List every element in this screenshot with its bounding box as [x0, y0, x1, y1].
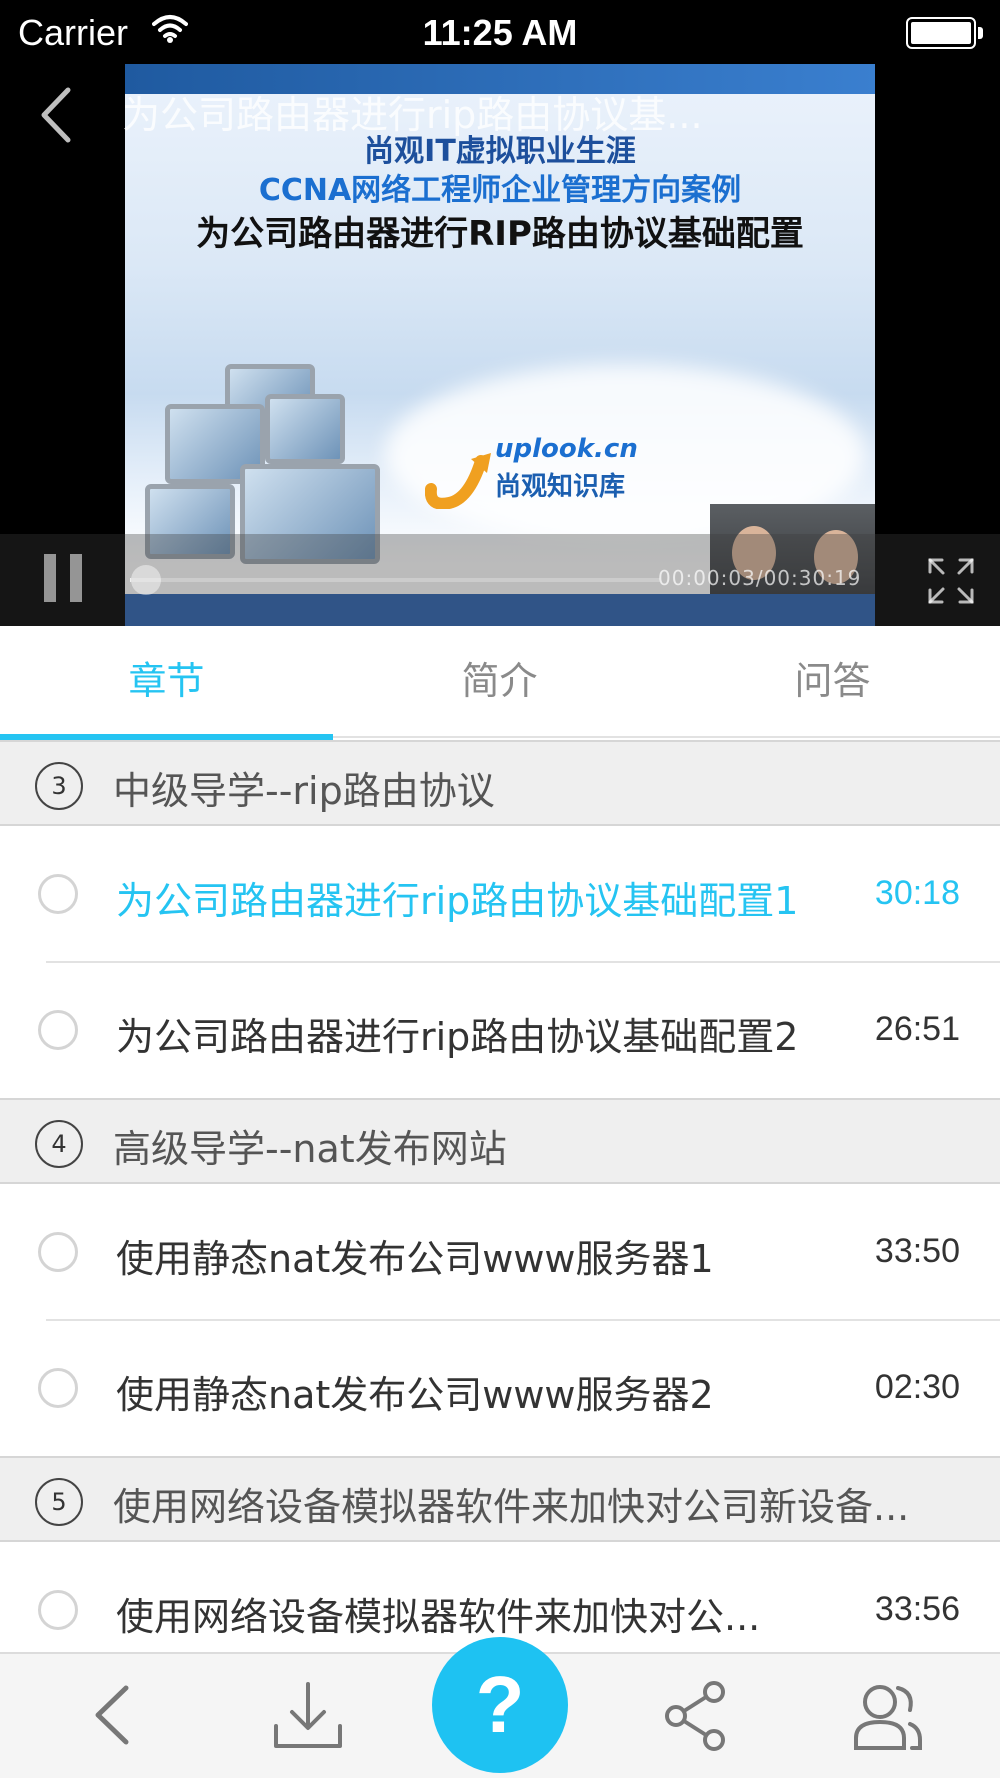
lesson-duration: 26:51 [874, 1010, 960, 1048]
lesson-title: 使用静态nat发布公司www服务器2 [116, 1373, 714, 1417]
lesson-item[interactable]: 使用静态nat发布公司www服务器2 02:30 [0, 1320, 1000, 1456]
pause-icon[interactable] [44, 554, 84, 602]
lesson-duration: 02:30 [874, 1368, 960, 1406]
section-title: 高级导学--nat发布网站 [113, 1127, 507, 1171]
video-player[interactable]: 尚观IT虚拟职业生涯 CCNA网络工程师企业管理方向案例 为公司路由器进行RIP… [0, 64, 1000, 626]
lesson-duration: 33:50 [874, 1232, 960, 1270]
status-time: 11:25 AM [422, 12, 578, 53]
uplook-logo-icon [424, 449, 495, 513]
download-icon [272, 1680, 344, 1756]
lesson-status-circle-icon [38, 1232, 78, 1272]
lesson-item[interactable]: 为公司路由器进行rip路由协议基础配置2 26:51 [0, 962, 1000, 1098]
lesson-item[interactable]: 为公司路由器进行rip路由协议基础配置1 30:18 [0, 826, 1000, 962]
lesson-title: 为公司路由器进行rip路由协议基础配置1 [116, 879, 799, 923]
lesson-title: 为公司路由器进行rip路由协议基础配置2 [116, 1015, 799, 1059]
section-header[interactable]: 4 高级导学--nat发布网站 [0, 1098, 1000, 1184]
progress-thumb[interactable] [131, 565, 162, 595]
share-icon [662, 1680, 730, 1756]
section-title: 中级导学--rip路由协议 [113, 769, 495, 813]
status-bar: Carrier 11:25 AM [0, 0, 1000, 64]
section-header[interactable]: 3 中级导学--rip路由协议 [0, 740, 1000, 826]
video-text-line3: 为公司路由器进行RIP路由协议基础配置 [196, 214, 804, 254]
section-number-badge: 4 [35, 1120, 83, 1168]
chapter-list[interactable]: 3 中级导学--rip路由协议 为公司路由器进行rip路由协议基础配置1 30:… [0, 740, 1000, 1652]
section-number-badge: 5 [35, 1478, 83, 1526]
battery-tip [978, 27, 983, 39]
tab-chapters[interactable]: 章节 [0, 626, 333, 738]
chevron-left-icon [92, 1684, 132, 1750]
video-logo-text: uplook.cn [495, 434, 638, 464]
section-header[interactable]: 5 使用网络设备模拟器软件来加快对公司新设备... [0, 1456, 1000, 1542]
lesson-item[interactable]: 使用静态nat发布公司www服务器1 33:50 [0, 1184, 1000, 1320]
player-controls: 00:00:03/00:30:19 [0, 534, 1000, 626]
tab-bar: 章节 简介 问答 [0, 626, 1000, 740]
tab-qa[interactable]: 问答 [666, 626, 999, 738]
player-title: 为公司路由器进行rip路由协议基... [122, 93, 703, 137]
section-number-badge: 3 [35, 762, 83, 810]
battery-icon [906, 17, 976, 49]
help-question-button[interactable]: ? [432, 1637, 568, 1773]
lesson-status-circle-icon [38, 1368, 78, 1408]
video-text-line2: CCNA网络工程师企业管理方向案例 [258, 173, 742, 208]
download-button[interactable] [242, 1654, 372, 1778]
contacts-icon [852, 1680, 924, 1756]
lesson-status-circle-icon [38, 1010, 78, 1050]
lesson-title: 使用网络设备模拟器软件来加快对公... [116, 1595, 761, 1639]
tab-introduction[interactable]: 简介 [333, 626, 666, 738]
lesson-duration: 33:56 [874, 1590, 960, 1628]
lesson-item[interactable]: 使用网络设备模拟器软件来加快对公... 33:56 [0, 1542, 1000, 1652]
fullscreen-icon[interactable] [926, 556, 976, 610]
section-title: 使用网络设备模拟器软件来加快对公司新设备... [113, 1485, 910, 1529]
contacts-button[interactable] [822, 1654, 952, 1778]
lesson-title: 使用静态nat发布公司www服务器1 [116, 1237, 714, 1281]
playback-time: 00:00:03/00:30:19 [658, 566, 862, 590]
lesson-status-circle-icon [38, 874, 78, 914]
back-arrow-icon[interactable] [38, 86, 74, 148]
video-screens-graphic [145, 354, 405, 564]
progress-track[interactable] [130, 578, 660, 582]
back-button[interactable] [48, 1654, 178, 1778]
player-header: 为公司路由器进行rip路由协议基... [0, 64, 1000, 154]
share-button[interactable] [628, 1654, 758, 1778]
lesson-duration: 30:18 [874, 874, 960, 912]
video-logo-subtext: 尚观知识库 [495, 472, 626, 502]
lesson-status-circle-icon [38, 1590, 78, 1630]
